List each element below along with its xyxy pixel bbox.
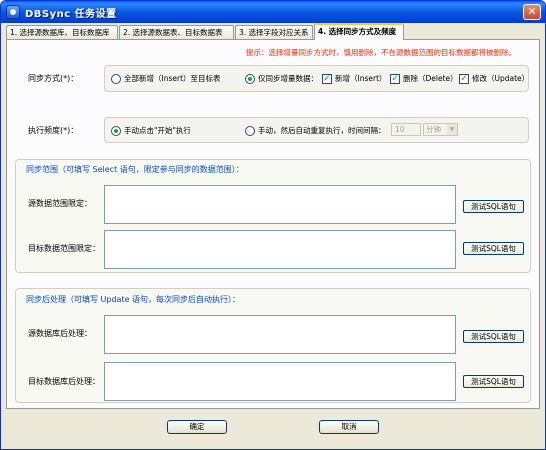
- tab-field-mapping[interactable]: 3. 选择字段对应关系: [235, 25, 313, 39]
- checkmark-icon: ✓: [459, 73, 469, 84]
- chevron-down-icon: ▼: [447, 124, 457, 135]
- app-icon: [6, 5, 20, 19]
- source-range-textarea[interactable]: [104, 185, 456, 224]
- check-delete[interactable]: ✓ 删除（Delete）: [390, 73, 458, 84]
- radio-indicator: [245, 73, 255, 84]
- source-post-textarea[interactable]: [104, 315, 456, 354]
- radio-indicator: [111, 73, 121, 84]
- tab-source-target-db[interactable]: 1. 选择源数据库、目标数据库: [6, 25, 118, 39]
- radio-manual-label: 手动点击"开始"执行: [124, 126, 191, 135]
- checkmark-icon: ✓: [322, 73, 332, 84]
- target-post-textarea[interactable]: [104, 362, 456, 401]
- tab-sync-mode-frequency[interactable]: 4. 选择同步方式及频度: [314, 23, 404, 40]
- target-range-label: 目标数据范围限定：: [28, 244, 100, 253]
- test-sql-source-post-button[interactable]: 测试SQL语句: [463, 330, 524, 343]
- ok-button[interactable]: 确定: [167, 420, 227, 434]
- window-title: DBSync 任务设置: [25, 9, 117, 20]
- close-button[interactable]: ✕: [523, 4, 541, 20]
- source-post-label: 源数据库后处理：: [28, 329, 92, 338]
- check-delete-label: 删除（Delete）: [403, 74, 458, 83]
- check-insert[interactable]: ✓ 新增（Insert）: [322, 73, 387, 84]
- test-sql-target-range-button[interactable]: 测试SQL语句: [463, 242, 524, 255]
- radio-indicator: [111, 125, 121, 136]
- sync-mode-label: 同步方式(*)：: [28, 74, 79, 83]
- radio-incremental[interactable]: 仅同步增量数据：: [245, 73, 318, 84]
- check-insert-label: 新增（Insert）: [335, 74, 387, 83]
- radio-full-insert[interactable]: 全部新增（Insert）至目标表: [111, 73, 221, 84]
- check-update-label: 修改（Update）: [472, 74, 530, 83]
- check-update[interactable]: ✓ 修改（Update）: [459, 73, 529, 84]
- target-range-textarea[interactable]: [104, 230, 456, 269]
- interval-input[interactable]: 10: [391, 123, 421, 136]
- test-sql-source-range-button[interactable]: 测试SQL语句: [463, 200, 524, 213]
- target-post-label: 目标数据库后处理：: [28, 377, 100, 386]
- radio-indicator: [245, 125, 255, 136]
- interval-unit-value: 分钟: [426, 125, 441, 134]
- tab-source-target-table[interactable]: 2. 选择源数据表、目标数据表: [119, 25, 234, 39]
- radio-auto-repeat[interactable]: 手动，然后自动重复执行，时间间隔：: [245, 125, 386, 136]
- radio-auto-repeat-label: 手动，然后自动重复执行，时间间隔：: [258, 126, 386, 135]
- sync-range-title: 同步范围（可填写 Select 语句，限定参与同步的数据范围）：: [26, 165, 244, 174]
- radio-incremental-label: 仅同步增量数据：: [258, 74, 318, 83]
- source-range-label: 源数据范围限定：: [28, 199, 92, 208]
- checkmark-icon: ✓: [390, 73, 400, 84]
- interval-unit-select[interactable]: 分钟 ▼: [423, 123, 458, 136]
- hint-text: 提示：选择增量同步方式时，慎用删除，不在源数据范围的目标数据都将被删除。: [246, 48, 516, 57]
- cancel-button[interactable]: 取消: [319, 420, 379, 434]
- title-bar[interactable]: DBSync 任务设置 ✕: [1, 1, 545, 23]
- radio-manual[interactable]: 手动点击"开始"执行: [111, 125, 191, 136]
- dialog-window: DBSync 任务设置 ✕ 1. 选择源数据库、目标数据库 2. 选择源数据表、…: [0, 0, 546, 450]
- test-sql-target-post-button[interactable]: 测试SQL语句: [463, 375, 524, 388]
- frequency-label: 执行频度(*)：: [28, 126, 79, 135]
- radio-full-insert-label: 全部新增（Insert）至目标表: [124, 74, 221, 83]
- post-process-title: 同步后处理（可填写 Update 语句，每次同步后自动执行）：: [26, 295, 241, 304]
